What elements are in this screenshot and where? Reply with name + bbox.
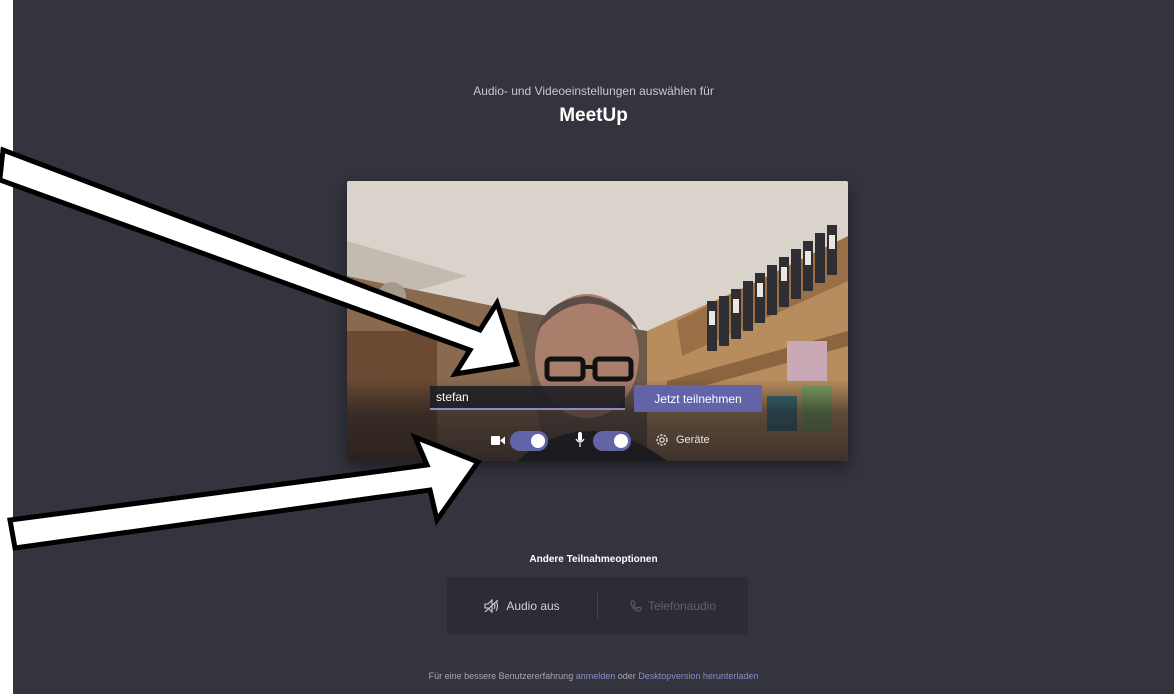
phone-icon: [630, 600, 642, 612]
camera-toggle[interactable]: [510, 431, 548, 451]
signin-link[interactable]: anmelden: [576, 671, 616, 681]
download-desktop-link[interactable]: Desktopversion herunterladen: [638, 671, 758, 681]
camera-icon: [491, 436, 505, 445]
microphone-toggle[interactable]: [593, 431, 631, 451]
join-now-button[interactable]: Jetzt teilnehmen: [634, 385, 762, 412]
microphone-toggle-knob: [614, 434, 628, 448]
phone-audio-option[interactable]: Telefonaudio: [598, 577, 748, 634]
meeting-prejoin-screen: Audio- und Videoeinstellungen auswählen …: [13, 0, 1174, 694]
other-join-options-heading: Andere Teilnahmeoptionen: [529, 554, 658, 565]
audio-off-label: Audio aus: [506, 598, 560, 613]
footer-note: Für eine bessere Benutzererfahrung anmel…: [13, 671, 1174, 681]
name-input[interactable]: [430, 386, 625, 410]
prejoin-subtitle: Audio- und Videoeinstellungen auswählen …: [473, 84, 714, 98]
microphone-icon: [575, 432, 585, 447]
footer-middle: oder: [617, 671, 636, 681]
phone-audio-label: Telefonaudio: [647, 598, 717, 613]
footer-prefix: Für eine bessere Benutzererfahrung: [428, 671, 574, 681]
device-controls: Geräte: [347, 429, 848, 453]
gear-icon[interactable]: [654, 432, 670, 448]
speaker-off-icon: [484, 598, 499, 613]
video-preview: Jetzt teilnehmen Geräte: [347, 181, 848, 461]
meeting-title: MeetUp: [559, 105, 628, 126]
audio-off-option[interactable]: Audio aus: [447, 577, 597, 634]
other-join-options: Audio aus Telefonaudio: [447, 577, 748, 634]
devices-button[interactable]: Geräte: [676, 434, 710, 446]
camera-toggle-knob: [531, 434, 545, 448]
